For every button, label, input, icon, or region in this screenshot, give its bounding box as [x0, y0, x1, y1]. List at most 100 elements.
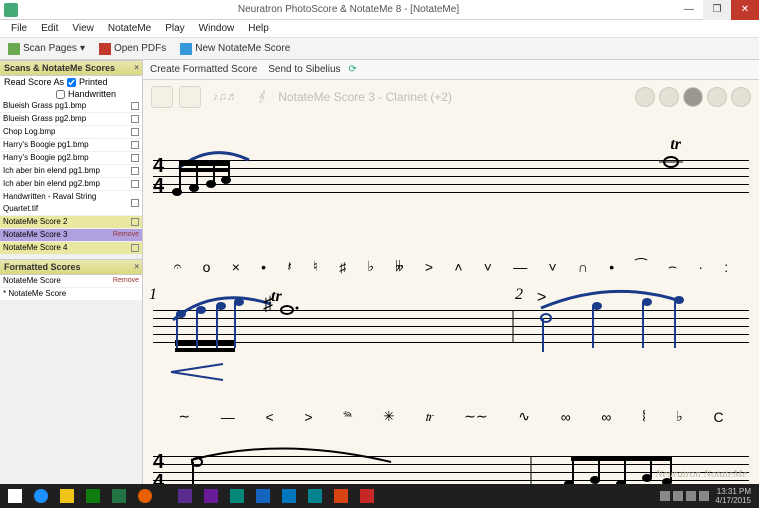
menu-notateme[interactable]: NotateMe [101, 23, 158, 34]
tray-icon-2[interactable] [673, 491, 683, 501]
file-row[interactable]: Ich aber bin elend pg1.bmp [0, 165, 142, 178]
symbol-item[interactable]: ♮ [313, 258, 318, 275]
close-button[interactable]: ✕ [731, 0, 759, 20]
symbol-item[interactable]: ♭ [367, 258, 374, 275]
symbol-item[interactable]: ∞ [561, 409, 571, 425]
symbol-item[interactable]: ˅ [548, 259, 556, 275]
open-pdfs-button[interactable]: Open PDFs [95, 42, 170, 56]
undo-button[interactable] [151, 86, 173, 108]
symbol-item[interactable]: 𝆮 [343, 408, 352, 425]
tray-icon-3[interactable] [686, 491, 696, 501]
redo-button[interactable] [179, 86, 201, 108]
symbol-item[interactable]: ⌢ [668, 258, 677, 275]
symbol-item[interactable]: > [304, 409, 312, 425]
menu-edit[interactable]: Edit [34, 23, 65, 34]
symbol-item[interactable]: ˄ [454, 259, 462, 275]
create-formatted-button[interactable]: Create Formatted Score [147, 64, 257, 75]
symbol-palette-1[interactable]: 𝄐 o × • 𝄽 ♮ ♯ ♭ 𝄫 > ˄ ˅ — ˅ ∩ • ⁀ ⌢ ·: [163, 258, 739, 275]
taskbar-ie[interactable] [29, 486, 53, 506]
file-row[interactable]: Ich aber bin elend pg2.bmp [0, 178, 142, 191]
taskbar-app7[interactable] [329, 486, 353, 506]
symbol-item[interactable]: ∩ [578, 259, 588, 275]
symbol-item[interactable]: — [513, 259, 527, 275]
clock[interactable]: 13:31 PM 4/17/2015 [715, 487, 751, 505]
symbol-item[interactable]: ♯ [339, 259, 346, 275]
formatted-row[interactable]: * NotateMe Score [0, 288, 142, 301]
symbol-item[interactable]: ∿ [518, 408, 530, 425]
file-row[interactable]: NotateMe Score 3Remove [0, 229, 142, 242]
symbol-item[interactable]: 𝆖 [425, 408, 433, 425]
symbol-item[interactable]: 𝄽 [287, 258, 291, 275]
file-row[interactable]: Blueish Grass pg2.bmp [0, 113, 142, 126]
symbol-item[interactable]: ∼∼ [464, 408, 487, 425]
symbol-item[interactable]: ∼ [178, 408, 190, 425]
symbol-item[interactable]: × [232, 259, 240, 275]
symbol-item[interactable]: ⁀ [635, 258, 646, 275]
scan-pages-button[interactable]: Scan Pages▾ [4, 42, 89, 56]
symbol-item[interactable]: < [265, 409, 273, 425]
taskbar-firefox[interactable] [133, 486, 157, 506]
taskbar-app6[interactable] [303, 486, 327, 506]
taskbar-app8[interactable] [355, 486, 379, 506]
taskbar-app2[interactable] [199, 486, 223, 506]
refresh-button[interactable]: ⟳ [349, 64, 357, 75]
tray-icon-1[interactable] [660, 491, 670, 501]
printed-checkbox[interactable] [67, 78, 76, 87]
menu-view[interactable]: View [65, 23, 101, 34]
symbol-item[interactable]: : [724, 259, 728, 275]
tool-circle-3[interactable] [683, 87, 703, 107]
menu-play[interactable]: Play [158, 23, 191, 34]
taskbar-app1[interactable] [173, 486, 197, 506]
menu-window[interactable]: Window [192, 23, 242, 34]
symbol-item[interactable]: ✳ [383, 408, 395, 425]
formatted-row[interactable]: NotateMe ScoreRemove [0, 275, 142, 288]
symbol-item[interactable]: 𝄐 [174, 258, 182, 275]
file-row[interactable]: Harry's Boogie pg2.bmp [0, 152, 142, 165]
tool-circle-2[interactable] [659, 87, 679, 107]
taskbar-excel[interactable] [107, 486, 131, 506]
tool-circle-4[interactable] [707, 87, 727, 107]
new-score-button[interactable]: New NotateMe Score [176, 42, 294, 56]
score-canvas[interactable]: ♪♫♬ 𝄞 NotateMe Score 3 - Clarinet (+2) t… [143, 80, 759, 484]
send-sibelius-button[interactable]: Send to Sibelius [265, 64, 340, 75]
minimize-button[interactable]: — [675, 0, 703, 20]
symbol-item[interactable]: > [425, 259, 433, 275]
file-row[interactable]: Blueish Grass pg1.bmp [0, 100, 142, 113]
file-row[interactable]: Handwritten - Raval String Quartet.tif [0, 191, 142, 216]
panel2-close-icon[interactable]: × [134, 262, 139, 271]
symbol-item[interactable]: ♭ [676, 408, 683, 425]
symbol-item[interactable]: ∞ [601, 409, 611, 425]
symbol-item[interactable]: • [609, 259, 614, 275]
file-row[interactable]: NotateMe Score 2 [0, 216, 142, 229]
symbol-item[interactable]: · [698, 259, 703, 275]
tool-circle-1[interactable] [635, 87, 655, 107]
sidebar-panel2-header[interactable]: Formatted Scores× [0, 259, 142, 275]
symbol-item[interactable]: 𝄔 [642, 408, 645, 425]
menu-help[interactable]: Help [241, 23, 276, 34]
file-row[interactable]: Chop Log.bmp [0, 126, 142, 139]
symbol-item[interactable]: — [221, 409, 235, 425]
symbol-item[interactable]: ˅ [484, 259, 492, 275]
symbol-item[interactable]: • [261, 259, 266, 275]
handwritten-checkbox[interactable] [56, 90, 65, 99]
tool-circle-5[interactable] [731, 87, 751, 107]
symbol-item[interactable]: C [713, 409, 723, 425]
file-row[interactable]: NotateMe Score 4 [0, 242, 142, 255]
panel-close-icon[interactable]: × [134, 63, 139, 72]
system-tray[interactable]: 13:31 PM 4/17/2015 [660, 487, 757, 505]
symbol-item[interactable]: o [203, 259, 211, 275]
taskbar-store[interactable] [81, 486, 105, 506]
taskbar-app3[interactable] [225, 486, 249, 506]
symbol-palette-2[interactable]: ∼ — < > 𝆮 ✳ 𝆖 ∼∼ ∿ ∞ ∞ 𝄔 ♭ C [163, 408, 739, 425]
staff-2: ♯ > [153, 310, 749, 350]
taskbar-explorer[interactable] [55, 486, 79, 506]
maximize-button[interactable]: ❐ [703, 0, 731, 20]
symbol-item[interactable]: 𝄫 [395, 258, 403, 275]
file-row[interactable]: Harry's Boogie pg1.bmp [0, 139, 142, 152]
taskbar-app5[interactable] [277, 486, 301, 506]
taskbar-app4[interactable] [251, 486, 275, 506]
tray-icon-4[interactable] [699, 491, 709, 501]
sidebar-panel1-header[interactable]: Scans & NotateMe Scores× [0, 60, 142, 76]
start-button[interactable] [3, 486, 27, 506]
menu-file[interactable]: File [4, 23, 34, 34]
